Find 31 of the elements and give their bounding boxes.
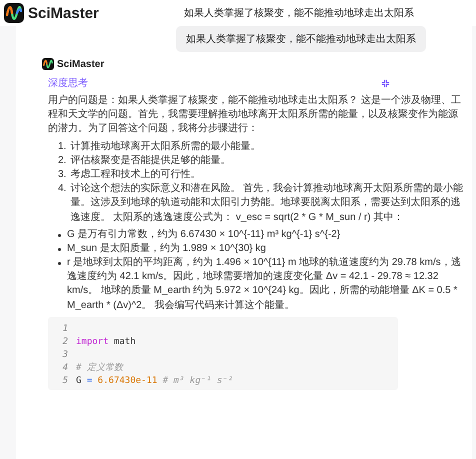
list-number: 2.: [58, 154, 66, 168]
list-number: 3.: [58, 168, 66, 182]
code-line: # 定义常数: [76, 362, 123, 375]
line-number: 1: [62, 322, 68, 336]
list-item-text: 计算推动地球离开太阳系所需的最小能量。: [70, 140, 260, 154]
list-item-text: r 是地球到太阳的平均距离，约为 1.496 × 10^{11} m 地球的轨道速度约为 29.78 km/s，逃逸速度约为 42.1 km/s。因此，地球需要增加的速度变化量 Δv = 42.1 - 29.78 ≈ 12.32 km/s。 地球的质量 M_earth 约为 5.972 × 10^{24} kg。因此，所需的动能增量 ΔK = 0.5 * M_earth * (Δv)^2。 我会编写代码来计算这个能量。: [67, 256, 462, 313]
user-message: 如果人类掌握了核聚变，能不能推动地球走出太阳系: [176, 26, 426, 52]
bullet-dot: [58, 262, 61, 266]
list-item-text: M_sun 是太阳质量，约为 1.989 × 10^{30} kg: [67, 242, 266, 256]
code-line: import math: [76, 336, 136, 349]
collapse-icon[interactable]: [381, 78, 390, 88]
logo-icon: [42, 58, 54, 70]
bullet-dot: [58, 234, 61, 237]
logo-icon: [4, 3, 24, 23]
list-item-text: G 是万有引力常数，约为 6.67430 × 10^{-11} m³ kg^{-1} s^{-2}: [67, 228, 340, 242]
brand-name: SciMaster: [57, 58, 104, 70]
bullet-dot: [58, 248, 61, 251]
code-line: G = 6.67430e-11 # m³ kg⁻¹ s⁻²: [76, 375, 234, 388]
chat-title: 如果人类掌握了核聚变，能不能推动地球走出太阳系: [184, 6, 414, 20]
brand-name: SciMaster: [28, 4, 99, 22]
list-item-text: 讨论这个想法的实际意义和潜在风险。 首先，我会计算推动地球离开太阳系所需的最小能量。这涉及到地球的轨道动能和太阳引力势能。地球要脱离太阳系，需要达到太阳系的逃逸速度。 太阳系的逃逸速度公式为： v_esc = sqrt(2 * G * M_sun / r) 其中：: [70, 182, 464, 224]
line-number: 5: [62, 375, 68, 388]
deep-thinking-label[interactable]: 深度思考: [48, 76, 88, 90]
line-number: 2: [62, 336, 68, 349]
reasoning-paragraph: 用户的问题是：如果人类掌握了核聚变，能不能推动地球走出太阳系？ 这是一个涉及物理、工程和天文学的问题。首先，我需要理解推动地球离开太阳系所需的能量，以及核聚变作为能源的潜力。为了回答这个问题，我将分步骤进行：: [48, 94, 462, 136]
list-number: 1.: [58, 140, 66, 154]
line-number: 3: [62, 348, 68, 362]
list-item-text: 评估核聚变是否能提供足够的能量。: [70, 154, 230, 168]
list-item-text: 考虑工程和技术上的可行性。: [70, 168, 200, 182]
list-number: 4.: [58, 182, 66, 196]
line-number: 4: [62, 362, 68, 375]
